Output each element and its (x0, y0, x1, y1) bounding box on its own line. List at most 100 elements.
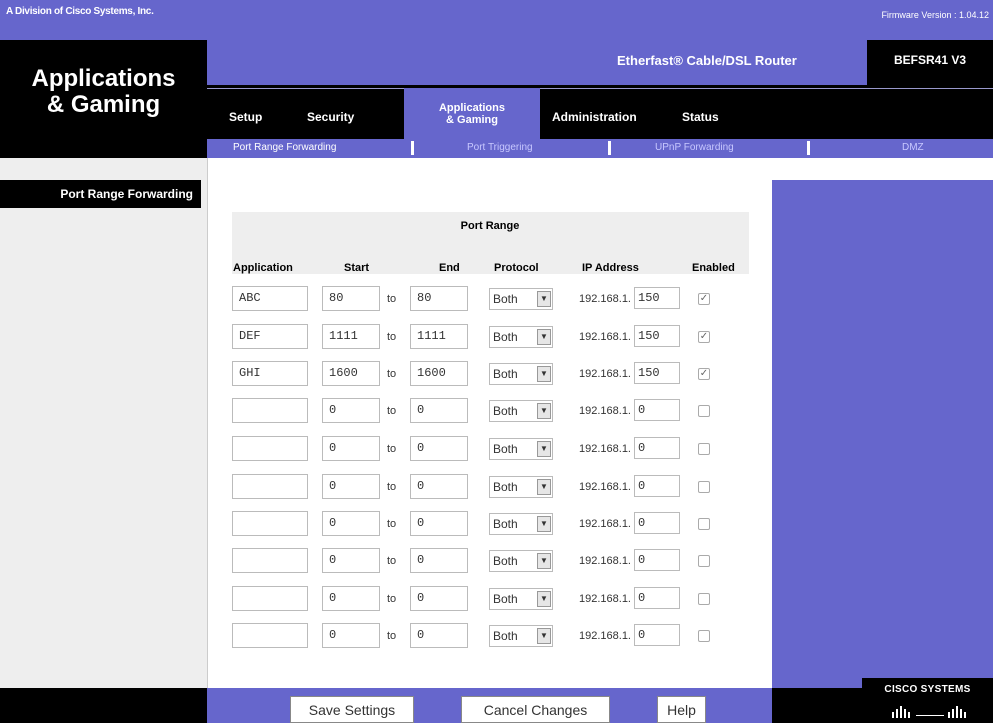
chevron-down-icon: ▼ (537, 479, 551, 495)
application-input[interactable] (232, 511, 308, 536)
start-port-input[interactable]: 1111 (322, 324, 380, 349)
enabled-checkbox[interactable] (698, 593, 710, 605)
protocol-select[interactable]: Both ▼ (489, 625, 553, 647)
end-port-input[interactable]: 0 (410, 548, 468, 573)
cisco-logo-text: CISCO SYSTEMS (884, 684, 971, 695)
enabled-checkbox[interactable]: ✓ (698, 331, 710, 343)
protocol-select[interactable]: Both ▼ (489, 513, 553, 535)
protocol-value: Both (493, 330, 518, 344)
ip-last-octet-input[interactable]: 0 (634, 549, 680, 571)
application-input[interactable] (232, 436, 308, 461)
protocol-select[interactable]: Both ▼ (489, 363, 553, 385)
protocol-value: Both (493, 517, 518, 531)
start-port-input[interactable]: 0 (322, 474, 380, 499)
end-port-input[interactable]: 80 (410, 286, 468, 311)
to-label: to (387, 555, 397, 567)
table-row: 0 to 0 Both ▼ 192.168.1. 0 (0, 623, 993, 659)
application-input[interactable]: DEF (232, 324, 308, 349)
end-port-input[interactable]: 0 (410, 398, 468, 423)
application-input[interactable] (232, 398, 308, 423)
application-input[interactable] (232, 548, 308, 573)
subtab-port-triggering[interactable]: Port Triggering (467, 142, 533, 153)
end-port-input[interactable]: 0 (410, 436, 468, 461)
protocol-select[interactable]: Both ▼ (489, 588, 553, 610)
protocol-select[interactable]: Both ▼ (489, 438, 553, 460)
column-header-protocol: Protocol (494, 262, 539, 274)
protocol-select[interactable]: Both ▼ (489, 288, 553, 310)
tab-status[interactable]: Status (682, 95, 719, 139)
enabled-checkbox[interactable] (698, 518, 710, 530)
firmware-version: Firmware Version : 1.04.12 (881, 10, 989, 20)
tab-applications-line2: & Gaming (446, 113, 498, 126)
start-port-input[interactable]: 0 (322, 586, 380, 611)
start-port-input[interactable]: 0 (322, 436, 380, 461)
tab-setup[interactable]: Setup (229, 95, 262, 139)
help-button[interactable]: Help (657, 696, 706, 723)
application-input[interactable] (232, 474, 308, 499)
ip-last-octet-input[interactable]: 0 (634, 587, 680, 609)
ip-last-octet-input[interactable]: 0 (634, 437, 680, 459)
subtab-upnp-forwarding[interactable]: UPnP Forwarding (655, 142, 734, 153)
start-port-input[interactable]: 1600 (322, 361, 380, 386)
protocol-value: Both (493, 404, 518, 418)
enabled-checkbox[interactable] (698, 443, 710, 455)
application-input[interactable] (232, 586, 308, 611)
end-port-input[interactable]: 0 (410, 511, 468, 536)
ip-prefix: 192.168.1. (579, 630, 631, 642)
end-port-input[interactable]: 0 (410, 623, 468, 648)
protocol-value: Both (493, 592, 518, 606)
protocol-select[interactable]: Both ▼ (489, 326, 553, 348)
subtab-separator (411, 141, 414, 155)
subtab-separator (608, 141, 611, 155)
tab-applications-gaming[interactable]: Applications & Gaming (404, 88, 540, 139)
chevron-down-icon: ▼ (537, 591, 551, 607)
tab-security[interactable]: Security (307, 95, 354, 139)
table-row: 0 to 0 Both ▼ 192.168.1. 0 (0, 474, 993, 510)
enabled-checkbox[interactable] (698, 481, 710, 493)
ip-last-octet-input[interactable]: 0 (634, 475, 680, 497)
start-port-input[interactable]: 0 (322, 548, 380, 573)
division-text: A Division of Cisco Systems, Inc. (6, 6, 154, 17)
start-port-input[interactable]: 0 (322, 623, 380, 648)
save-settings-button[interactable]: Save Settings (290, 696, 414, 723)
enabled-checkbox[interactable] (698, 555, 710, 567)
column-header-application: Application (233, 262, 293, 274)
ip-prefix: 192.168.1. (579, 443, 631, 455)
subtab-dmz[interactable]: DMZ (902, 142, 924, 153)
subtab-port-range-forwarding[interactable]: Port Range Forwarding (233, 142, 336, 153)
start-port-input[interactable]: 80 (322, 286, 380, 311)
enabled-checkbox[interactable]: ✓ (698, 293, 710, 305)
protocol-select[interactable]: Both ▼ (489, 476, 553, 498)
ip-last-octet-input[interactable]: 0 (634, 624, 680, 646)
protocol-select[interactable]: Both ▼ (489, 550, 553, 572)
start-port-input[interactable]: 0 (322, 511, 380, 536)
cancel-changes-button[interactable]: Cancel Changes (461, 696, 610, 723)
enabled-checkbox[interactable] (698, 630, 710, 642)
application-input[interactable]: ABC (232, 286, 308, 311)
protocol-select[interactable]: Both ▼ (489, 400, 553, 422)
cisco-bridge-icon (892, 706, 966, 718)
enabled-checkbox[interactable] (698, 405, 710, 417)
ip-last-octet-input[interactable]: 150 (634, 287, 680, 309)
application-input[interactable] (232, 623, 308, 648)
start-port-input[interactable]: 0 (322, 398, 380, 423)
ip-last-octet-input[interactable]: 0 (634, 399, 680, 421)
tab-administration[interactable]: Administration (552, 95, 637, 139)
chevron-down-icon: ▼ (537, 329, 551, 345)
end-port-input[interactable]: 1600 (410, 361, 468, 386)
to-label: to (387, 518, 397, 530)
end-port-input[interactable]: 1111 (410, 324, 468, 349)
ip-last-octet-input[interactable]: 0 (634, 512, 680, 534)
page-title-line2: & Gaming (46, 91, 161, 118)
table-row: ABC 80 to 80 Both ▼ 192.168.1. 150 ✓ (0, 286, 993, 322)
ip-last-octet-input[interactable]: 150 (634, 362, 680, 384)
ip-prefix: 192.168.1. (579, 481, 631, 493)
end-port-input[interactable]: 0 (410, 474, 468, 499)
protocol-value: Both (493, 554, 518, 568)
enabled-checkbox[interactable]: ✓ (698, 368, 710, 380)
end-port-input[interactable]: 0 (410, 586, 468, 611)
protocol-value: Both (493, 480, 518, 494)
application-input[interactable]: GHI (232, 361, 308, 386)
ip-last-octet-input[interactable]: 150 (634, 325, 680, 347)
tab-applications-line1: Applications (438, 101, 505, 114)
